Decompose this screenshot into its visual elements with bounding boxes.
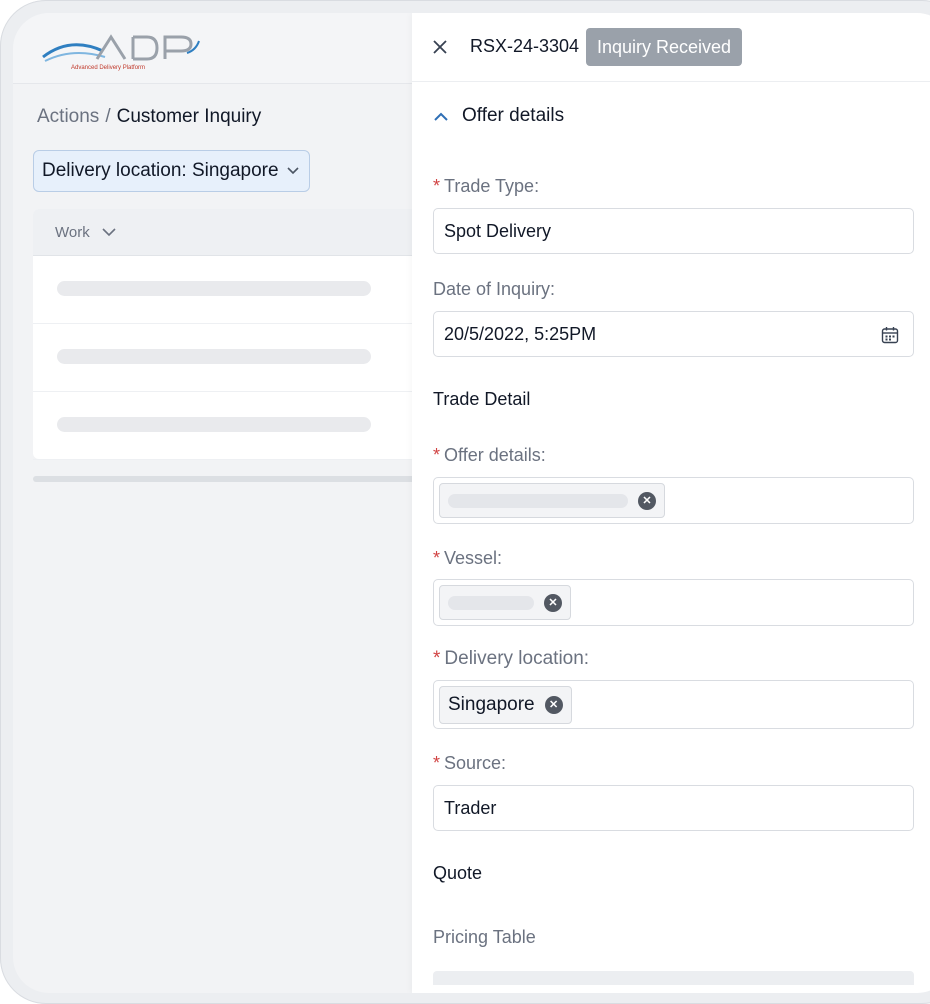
screen: Advanced Delivery Platform Actions / Custo… (13, 13, 930, 993)
close-icon[interactable] (430, 37, 450, 57)
vessel-field[interactable]: ✕ (433, 579, 914, 626)
breadcrumb: Actions / Customer Inquiry (37, 106, 261, 128)
pricing-table-label: Pricing Table (433, 927, 536, 947)
trade-type-label: * Trade Type: (433, 176, 539, 197)
required-marker: * (433, 648, 441, 669)
vessel-label: * Vessel: (433, 548, 502, 569)
horizontal-scrollbar[interactable] (33, 476, 423, 482)
chevron-down-icon[interactable] (102, 227, 116, 237)
source-field[interactable]: Trader (433, 785, 914, 831)
trade-type-field[interactable]: Spot Delivery (433, 208, 914, 254)
date-of-inquiry-field[interactable]: 20/5/2022, 5:25PM (433, 311, 914, 357)
inquiry-drawer: RSX-24-3304 Inquiry Received Offer detai… (412, 13, 930, 993)
trade-detail-heading: Trade Detail (433, 389, 531, 409)
offer-details-field[interactable]: ✕ (433, 477, 914, 524)
trade-type-label-text: Trade Type: (444, 176, 540, 196)
column-header-work[interactable]: Work (55, 224, 90, 241)
source-label-text: Source: (444, 753, 507, 773)
table-row[interactable] (33, 392, 433, 460)
delivery-location-filter[interactable]: Delivery location: Singapore (33, 150, 310, 192)
status-badge: Inquiry Received (586, 28, 743, 66)
required-marker: * (433, 548, 441, 568)
section-title: Offer details (462, 105, 565, 126)
top-bar: Advanced Delivery Platform (13, 13, 413, 84)
loading-skeleton (57, 417, 371, 432)
inquiry-reference: RSX-24-3304 (470, 36, 580, 56)
delivery-location-field[interactable]: Singapore ✕ (433, 680, 914, 729)
date-of-inquiry-label: Date of Inquiry: (433, 279, 556, 299)
quote-heading: Quote (433, 863, 483, 883)
breadcrumb-parent[interactable]: Actions (37, 106, 99, 127)
filter-label: Delivery location: Singapore (42, 160, 279, 181)
offer-details-section-toggle[interactable]: Offer details (434, 105, 564, 127)
device-frame: Advanced Delivery Platform Actions / Custo… (0, 0, 930, 1004)
remove-tag-icon[interactable]: ✕ (544, 593, 562, 612)
table-row[interactable] (33, 256, 433, 324)
pricing-table (433, 971, 914, 985)
offer-details-tag: ✕ (439, 483, 665, 518)
delivery-location-label-text: Delivery location: (444, 648, 590, 669)
required-marker: * (433, 445, 441, 465)
loading-skeleton (448, 493, 628, 508)
loading-skeleton (57, 281, 371, 296)
loading-skeleton (448, 595, 534, 610)
table-row[interactable] (33, 324, 433, 392)
work-table: Work (33, 209, 433, 460)
offer-details-label: * Offer details: (433, 445, 546, 466)
breadcrumb-separator: / (105, 106, 111, 127)
delivery-location-label: * Delivery location: (433, 648, 589, 670)
drawer-header: RSX-24-3304 Inquiry Received (412, 13, 930, 82)
vessel-label-text: Vessel: (444, 548, 503, 568)
remove-tag-icon[interactable]: ✕ (544, 696, 563, 714)
loading-skeleton (57, 349, 371, 364)
logo-tagline: Advanced Delivery Platform (71, 65, 145, 71)
offer-details-label-text: Offer details: (444, 445, 546, 465)
remove-tag-icon[interactable]: ✕ (638, 491, 656, 510)
required-marker: * (433, 176, 441, 196)
calendar-icon[interactable] (881, 326, 899, 344)
chevron-down-icon (287, 167, 299, 175)
chevron-up-icon (434, 112, 448, 121)
vessel-tag: ✕ (439, 585, 571, 620)
delivery-location-tag: Singapore ✕ (439, 686, 572, 724)
delivery-location-tag-text: Singapore (448, 694, 535, 715)
trade-type-value: Spot Delivery (444, 221, 552, 241)
source-value: Trader (444, 798, 497, 818)
date-of-inquiry-value: 20/5/2022, 5:25PM (444, 324, 597, 344)
breadcrumb-current: Customer Inquiry (116, 106, 262, 127)
required-marker: * (433, 753, 441, 773)
source-label: * Source: (433, 753, 506, 774)
table-header: Work (33, 209, 433, 256)
adp-logo[interactable]: Advanced Delivery Platform (41, 31, 201, 71)
